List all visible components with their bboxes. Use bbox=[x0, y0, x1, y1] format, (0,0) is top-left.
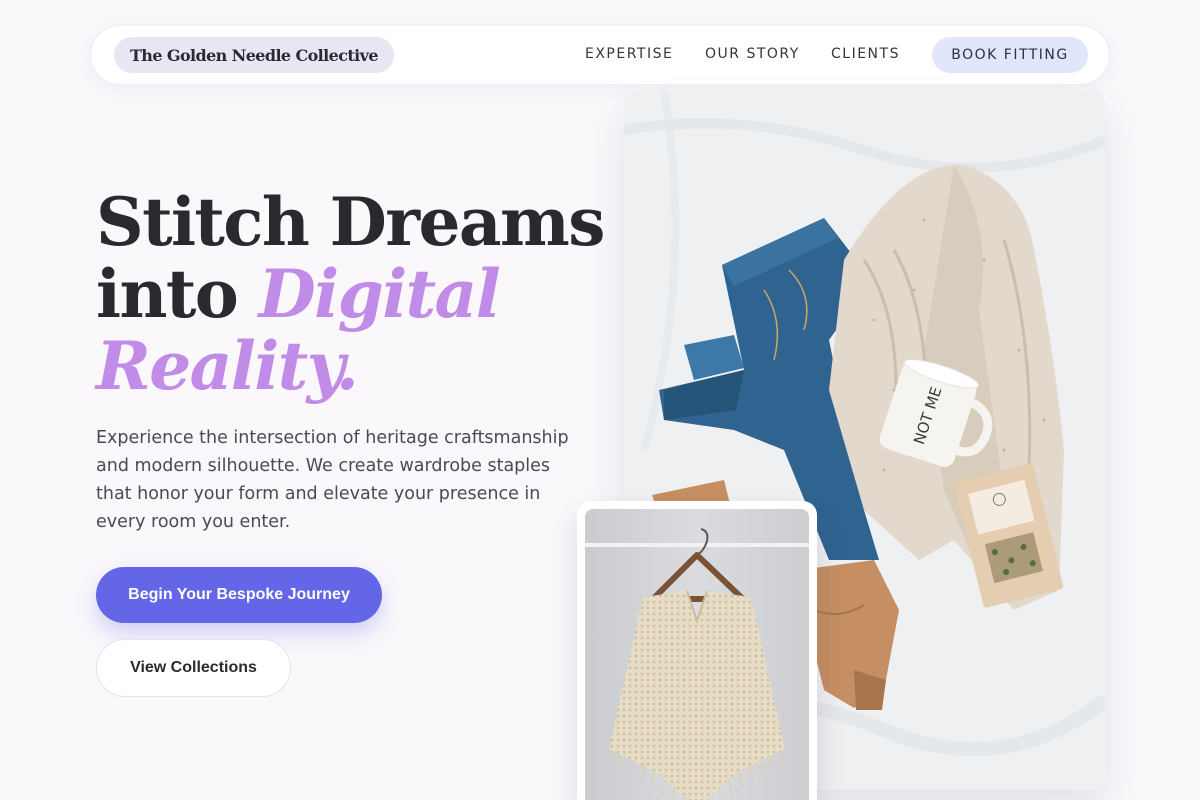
nav-link-expertise[interactable]: EXPERTISE bbox=[585, 46, 673, 62]
headline-plain-text: into bbox=[96, 255, 259, 333]
top-navigation: The Golden Needle Collective EXPERTISE O… bbox=[90, 25, 1110, 85]
book-fitting-button[interactable]: BOOK FITTING bbox=[932, 37, 1088, 73]
headline-accent-reality: Reality. bbox=[96, 327, 359, 405]
hero-description: Experience the intersection of heritage … bbox=[96, 428, 569, 532]
nav-link-clients[interactable]: CLIENTS bbox=[831, 46, 900, 62]
view-collections-button[interactable]: View Collections bbox=[96, 639, 291, 697]
brand-logo[interactable]: The Golden Needle Collective bbox=[114, 37, 394, 73]
poncho-on-hanger-image bbox=[577, 501, 817, 800]
begin-bespoke-journey-button[interactable]: Begin Your Bespoke Journey bbox=[96, 567, 382, 623]
nav-link-our-story[interactable]: OUR STORY bbox=[705, 46, 800, 62]
poncho-photo-frame bbox=[585, 509, 809, 800]
hero-headline: Stitch Dreams into Digital Reality. bbox=[96, 183, 605, 405]
headline-line-2: into Digital bbox=[96, 258, 596, 330]
headline-accent-digital: Digital bbox=[258, 255, 501, 333]
headline-line-1: Stitch Dreams bbox=[96, 183, 605, 261]
